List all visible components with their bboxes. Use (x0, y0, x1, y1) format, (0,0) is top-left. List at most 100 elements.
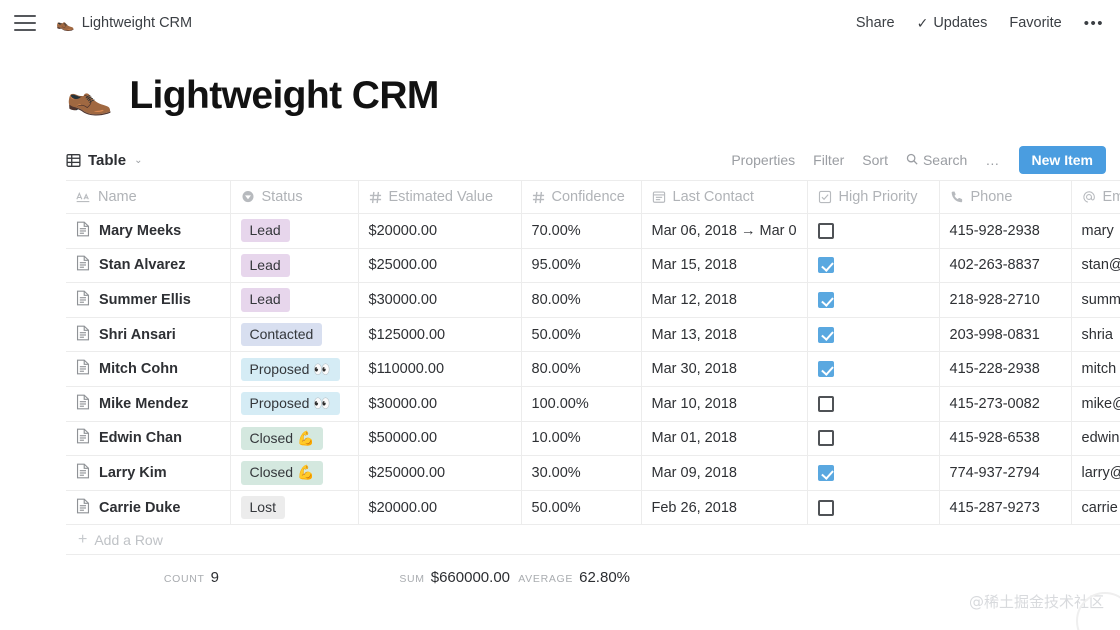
priority-checkbox[interactable] (817, 292, 834, 309)
cell-last-contact[interactable]: Mar 15, 2018 (641, 248, 808, 284)
cell-last-contact[interactable]: Mar 30, 2018 (641, 351, 808, 387)
sort-button[interactable]: Sort (862, 152, 888, 168)
cell-name[interactable]: Carrie Duke (66, 490, 231, 526)
cell-estimated-value[interactable]: $20000.00 (358, 213, 522, 249)
cell-estimated-value[interactable]: $50000.00 (358, 421, 522, 457)
aggregate-average[interactable]: AVERAGE 62.80% (518, 569, 641, 586)
cell-email[interactable]: mitch (1071, 351, 1120, 387)
column-header-estimated-value[interactable]: Estimated Value (358, 180, 522, 214)
table-row[interactable]: Edwin Chan Closed 💪 $50000.00 10.00% Mar 01,… (66, 421, 1120, 457)
cell-status[interactable]: Contacted (230, 317, 359, 353)
cell-phone[interactable]: 415-928-2938 (939, 213, 1072, 249)
favorite-button[interactable]: Favorite (1009, 15, 1061, 31)
cell-estimated-value[interactable]: $20000.00 (358, 490, 522, 526)
cell-phone[interactable]: 774-937-2794 (939, 455, 1072, 491)
cell-email[interactable]: edwin (1071, 421, 1120, 457)
tab-table-view[interactable]: Table ⌄ (66, 152, 142, 169)
priority-checkbox[interactable] (817, 361, 834, 378)
cell-status[interactable]: Closed 💪 (230, 455, 359, 491)
cell-status[interactable]: Lost (230, 490, 359, 526)
column-header-confidence[interactable]: Confidence (521, 180, 642, 214)
cell-email[interactable]: mike@ (1071, 386, 1120, 422)
cell-high-priority[interactable] (807, 213, 940, 249)
priority-checkbox[interactable] (817, 257, 834, 274)
cell-last-contact[interactable]: Mar 06, 2018 → Mar 0 (641, 213, 808, 249)
column-header-name[interactable]: Name (66, 180, 231, 214)
cell-high-priority[interactable] (807, 455, 940, 491)
cell-phone[interactable]: 203-998-0831 (939, 317, 1072, 353)
cell-last-contact[interactable]: Mar 13, 2018 (641, 317, 808, 353)
cell-email[interactable]: larry@ (1071, 455, 1120, 491)
cell-name[interactable]: Larry Kim (66, 455, 231, 491)
cell-phone[interactable]: 415-287-9273 (939, 490, 1072, 526)
priority-checkbox[interactable] (817, 465, 834, 482)
cell-phone[interactable]: 402-263-8837 (939, 248, 1072, 284)
search-button[interactable]: Search (906, 152, 967, 168)
add-row-button[interactable]: + Add a Row (66, 525, 1120, 556)
filter-button[interactable]: Filter (813, 152, 844, 168)
cell-high-priority[interactable] (807, 421, 940, 457)
column-header-email[interactable]: Em (1071, 180, 1120, 214)
cell-name[interactable]: Mike Mendez (66, 386, 231, 422)
column-header-status[interactable]: Status (230, 180, 359, 214)
table-row[interactable]: Carrie Duke Lost $20000.00 50.00% Feb 26, 20… (66, 490, 1120, 526)
cell-last-contact[interactable]: Mar 12, 2018 (641, 282, 808, 318)
breadcrumb[interactable]: 👞 Lightweight CRM (56, 15, 192, 31)
priority-checkbox[interactable] (817, 395, 834, 412)
cell-phone[interactable]: 415-928-6538 (939, 421, 1072, 457)
cell-phone[interactable]: 218-928-2710 (939, 282, 1072, 318)
cell-status[interactable]: Lead (230, 248, 359, 284)
cell-high-priority[interactable] (807, 386, 940, 422)
cell-name[interactable]: Stan Alvarez (66, 248, 231, 284)
cell-last-contact[interactable]: Mar 09, 2018 (641, 455, 808, 491)
cell-high-priority[interactable] (807, 351, 940, 387)
cell-confidence[interactable]: 80.00% (521, 282, 642, 318)
table-row[interactable]: Larry Kim Closed 💪 $250000.00 30.00% Mar 09,… (66, 455, 1120, 491)
cell-estimated-value[interactable]: $110000.00 (358, 351, 522, 387)
cell-high-priority[interactable] (807, 490, 940, 526)
cell-name[interactable]: Edwin Chan (66, 421, 231, 457)
cell-email[interactable]: carrie (1071, 490, 1120, 526)
properties-button[interactable]: Properties (731, 152, 795, 168)
updates-button[interactable]: ✓ Updates (917, 15, 988, 31)
chevron-down-icon[interactable]: ⌄ (134, 155, 142, 166)
cell-name[interactable]: Shri Ansari (66, 317, 231, 353)
cell-email[interactable]: shria (1071, 317, 1120, 353)
cell-status[interactable]: Lead (230, 282, 359, 318)
cell-phone[interactable]: 415-228-2938 (939, 351, 1072, 387)
table-row[interactable]: Mike Mendez Proposed 👀 $30000.00 100.00% Mar… (66, 386, 1120, 422)
priority-checkbox[interactable] (817, 430, 834, 447)
priority-checkbox[interactable] (817, 222, 834, 239)
cell-last-contact[interactable]: Mar 10, 2018 (641, 386, 808, 422)
cell-email[interactable]: stan@ (1071, 248, 1120, 284)
cell-status[interactable]: Proposed 👀 (230, 386, 359, 422)
cell-estimated-value[interactable]: $125000.00 (358, 317, 522, 353)
page-title[interactable]: Lightweight CRM (129, 74, 439, 118)
cell-confidence[interactable]: 50.00% (521, 490, 642, 526)
cell-confidence[interactable]: 50.00% (521, 317, 642, 353)
cell-email[interactable]: summ (1071, 282, 1120, 318)
cell-status[interactable]: Proposed 👀 (230, 351, 359, 387)
cell-last-contact[interactable]: Feb 26, 2018 (641, 490, 808, 526)
cell-high-priority[interactable] (807, 317, 940, 353)
toolbar-more-icon[interactable]: … (985, 152, 1000, 168)
cell-confidence[interactable]: 30.00% (521, 455, 642, 491)
cell-last-contact[interactable]: Mar 01, 2018 (641, 421, 808, 457)
cell-estimated-value[interactable]: $250000.00 (358, 455, 522, 491)
cell-confidence[interactable]: 70.00% (521, 213, 642, 249)
cell-estimated-value[interactable]: $30000.00 (358, 282, 522, 318)
cell-estimated-value[interactable]: $30000.00 (358, 386, 522, 422)
cell-name[interactable]: Mitch Cohn (66, 351, 231, 387)
cell-high-priority[interactable] (807, 248, 940, 284)
aggregate-count[interactable]: COUNT 9 (66, 569, 230, 586)
cell-phone[interactable]: 415-273-0082 (939, 386, 1072, 422)
column-header-phone[interactable]: Phone (939, 180, 1072, 214)
new-item-button[interactable]: New Item (1018, 146, 1106, 174)
more-options-icon[interactable]: ••• (1084, 15, 1104, 32)
table-row[interactable]: Mary Meeks Lead $20000.00 70.00% Mar 06, 201… (66, 213, 1120, 249)
cell-estimated-value[interactable]: $25000.00 (358, 248, 522, 284)
aggregate-sum[interactable]: SUM $660000.00 (358, 569, 521, 586)
cell-confidence[interactable]: 100.00% (521, 386, 642, 422)
share-button[interactable]: Share (856, 15, 895, 31)
cell-confidence[interactable]: 80.00% (521, 351, 642, 387)
